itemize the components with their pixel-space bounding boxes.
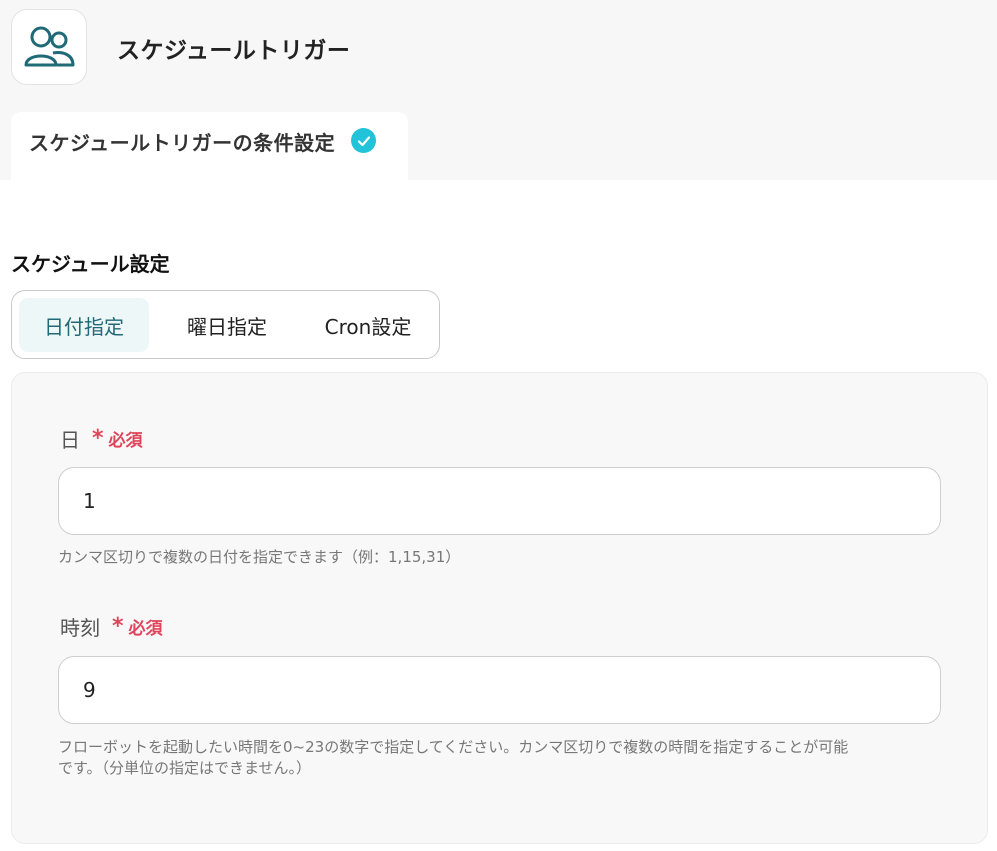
time-field-label: 時刻 * 必須 bbox=[60, 612, 163, 641]
tab-trigger-conditions[interactable]: スケジュールトリガーの条件設定 bbox=[11, 112, 408, 180]
time-help-text: フローボットを起動したい時間を0~23の数字で指定してください。カンマ区切りで複… bbox=[58, 737, 948, 779]
time-help-line-2: です。（分単位の指定はできません。） bbox=[58, 759, 312, 777]
app-icon-tile bbox=[11, 9, 87, 85]
day-field-label: 日 * 必須 bbox=[60, 424, 143, 453]
required-text: 必須 bbox=[108, 431, 143, 451]
schedule-mode-selector: 日付指定 曜日指定 Cron設定 bbox=[11, 290, 440, 359]
required-asterisk: * bbox=[112, 614, 124, 639]
day-input[interactable]: 1 bbox=[58, 467, 941, 535]
time-label-text: 時刻 bbox=[60, 616, 100, 640]
day-help-text: カンマ区切りで複数の日付を指定できます（例：1,15,31） bbox=[58, 548, 461, 566]
required-text: 必須 bbox=[128, 619, 163, 639]
mode-weekday-button[interactable]: 曜日指定 bbox=[162, 298, 292, 352]
check-circle-icon bbox=[351, 128, 377, 153]
time-input[interactable]: 9 bbox=[58, 656, 941, 724]
day-label-text: 日 bbox=[60, 428, 80, 452]
tab-label: スケジュールトリガーの条件設定 bbox=[29, 131, 336, 155]
time-help-line-1: フローボットを起動したい時間を0~23の数字で指定してください。カンマ区切りで複… bbox=[58, 738, 849, 756]
mode-cron-button[interactable]: Cron設定 bbox=[304, 298, 432, 352]
section-title: スケジュール設定 bbox=[11, 252, 170, 276]
required-asterisk: * bbox=[92, 426, 104, 451]
app-title: スケジュールトリガー bbox=[117, 38, 351, 64]
mode-date-button[interactable]: 日付指定 bbox=[19, 298, 149, 352]
users-icon bbox=[24, 26, 75, 67]
